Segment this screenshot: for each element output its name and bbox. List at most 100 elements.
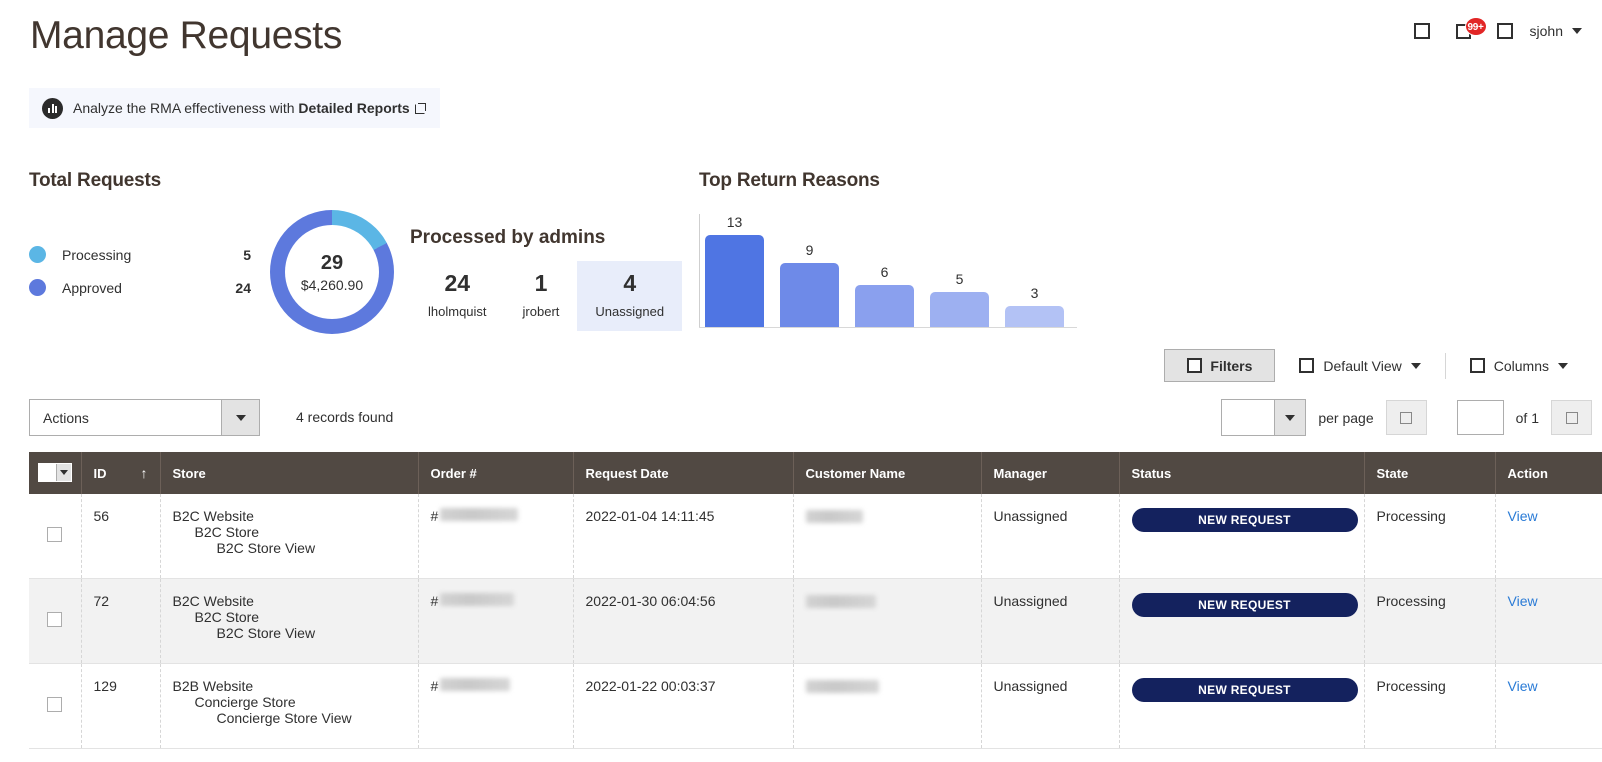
column-header-customer-name[interactable]: Customer Name (793, 452, 981, 494)
select-all-checkbox[interactable] (39, 464, 56, 481)
chart-x-axis (699, 327, 1077, 328)
cell-id: 72 (81, 579, 160, 664)
previous-page-button[interactable] (1386, 400, 1427, 435)
chevron-down-icon (1558, 363, 1568, 369)
chart-bar-value: 9 (780, 242, 839, 258)
store-level-3: Concierge Store View (173, 710, 406, 726)
cell-manager: Unassigned (981, 579, 1119, 664)
chart-bar-value: 5 (930, 271, 989, 287)
chart-bar[interactable]: 5 (930, 292, 989, 327)
cell-order-number: # (418, 494, 573, 579)
column-header-order[interactable]: Order # (418, 452, 573, 494)
detailed-reports-link[interactable]: Detailed Reports (298, 100, 409, 116)
sort-ascending-icon: ↑ (141, 466, 148, 480)
grid-toolbar: Filters Default View Columns (1164, 349, 1592, 382)
column-header-manager[interactable]: Manager (981, 452, 1119, 494)
mass-select-dropdown[interactable] (38, 463, 72, 482)
view-link[interactable]: View (1508, 508, 1538, 524)
filters-label: Filters (1210, 358, 1252, 374)
chart-bar-rect (855, 285, 914, 327)
bar-chart-icon (42, 98, 63, 119)
mass-select-header[interactable] (29, 452, 81, 494)
table-row[interactable]: 129B2B WebsiteConcierge StoreConcierge S… (29, 664, 1602, 749)
cell-customer-name (793, 579, 981, 664)
column-header-status[interactable]: Status (1119, 452, 1364, 494)
row-select-cell[interactable] (29, 494, 81, 579)
columns-dropdown[interactable]: Columns (1446, 358, 1592, 374)
row-checkbox[interactable] (47, 527, 62, 542)
user-menu[interactable]: sjohn (1526, 23, 1588, 39)
store-level-2: B2C Store (173, 524, 406, 540)
legend-color-dot (29, 279, 46, 296)
column-header-request-date[interactable]: Request Date (573, 452, 793, 494)
placeholder-box-icon-button[interactable] (1401, 14, 1443, 48)
actions-select[interactable]: Actions (29, 399, 260, 436)
donut-center: 29 $4,260.90 (285, 225, 379, 319)
default-view-dropdown[interactable]: Default View (1275, 358, 1444, 374)
cell-request-date: 2022-01-30 06:04:56 (573, 579, 793, 664)
chart-bar[interactable]: 3 (1005, 306, 1064, 327)
actions-label: Actions (30, 410, 89, 426)
chevron-down-icon (1285, 415, 1295, 421)
processed-by-admins: Processed by admins 24 lholmquist 1 jrob… (410, 227, 682, 331)
total-requests-title: Total Requests (29, 170, 161, 192)
table-body: 56B2C WebsiteB2C StoreB2C Store View#202… (29, 494, 1602, 749)
notifications-button[interactable]: 99+ (1443, 14, 1484, 48)
legend-color-dot (29, 246, 46, 263)
filter-icon (1187, 358, 1202, 373)
page-number-input[interactable] (1457, 400, 1504, 435)
status-badge: NEW REQUEST (1132, 593, 1358, 617)
cell-action: View (1495, 664, 1602, 749)
store-level-3: B2C Store View (173, 540, 406, 556)
table-row[interactable]: 56B2C WebsiteB2C StoreB2C Store View#202… (29, 494, 1602, 579)
column-header-state[interactable]: State (1364, 452, 1495, 494)
mass-select-caret[interactable] (56, 464, 71, 481)
cell-order-number: # (418, 579, 573, 664)
view-link[interactable]: View (1508, 678, 1538, 694)
admin-stat-unassigned[interactable]: 4 Unassigned (577, 261, 682, 331)
table-row[interactable]: 72B2C WebsiteB2C StoreB2C Store View#202… (29, 579, 1602, 664)
chart-bar[interactable]: 9 (780, 263, 839, 327)
chart-y-axis (699, 214, 700, 328)
per-page-select[interactable] (1221, 399, 1306, 436)
per-page-select-caret[interactable] (1274, 400, 1305, 435)
order-number: # (431, 593, 515, 609)
settings-box-icon-button[interactable] (1484, 14, 1526, 48)
filters-button[interactable]: Filters (1164, 349, 1275, 382)
banner-text-lead: Analyze the RMA effectiveness with (73, 100, 298, 116)
cell-customer-name (793, 664, 981, 749)
chart-bar[interactable]: 6 (855, 285, 914, 327)
legend-label: Approved (62, 280, 122, 296)
redacted-order-number (440, 508, 518, 521)
chevron-down-icon (60, 470, 68, 475)
chevron-right-icon (1566, 412, 1578, 424)
redacted-customer-name (806, 680, 879, 693)
row-select-cell[interactable] (29, 579, 81, 664)
row-checkbox[interactable] (47, 697, 62, 712)
view-icon (1299, 358, 1314, 373)
placeholder-box-icon (1414, 23, 1430, 39)
column-header-id[interactable]: ID ↑ (81, 452, 160, 494)
banner-text: Analyze the RMA effectiveness with Detai… (73, 100, 426, 116)
manage-requests-page: 99+ sjohn Manage Requests Analyze the RM… (0, 0, 1602, 762)
row-select-cell[interactable] (29, 664, 81, 749)
admin-stat-lholmquist[interactable]: 24 lholmquist (410, 261, 505, 331)
cell-status: NEW REQUEST (1119, 579, 1364, 664)
per-page-label: per page (1318, 410, 1373, 426)
cell-manager: Unassigned (981, 494, 1119, 579)
chart-bars: 139653 (705, 214, 1077, 327)
column-header-store[interactable]: Store (160, 452, 418, 494)
admins-row: 24 lholmquist 1 jrobert 4 Unassigned (410, 261, 682, 331)
row-checkbox[interactable] (47, 612, 62, 627)
chevron-down-icon (1411, 363, 1421, 369)
user-menu-label: sjohn (1530, 23, 1563, 39)
actions-select-caret[interactable] (221, 400, 259, 435)
admin-stat-jrobert[interactable]: 1 jrobert (505, 261, 578, 331)
detailed-reports-banner[interactable]: Analyze the RMA effectiveness with Detai… (29, 88, 440, 128)
view-link[interactable]: View (1508, 593, 1538, 609)
admin-count: 1 (535, 271, 548, 296)
next-page-button[interactable] (1551, 400, 1592, 435)
page-title: Manage Requests (30, 14, 342, 58)
page-of-label: of 1 (1516, 410, 1539, 426)
chart-bar[interactable]: 13 (705, 235, 764, 327)
